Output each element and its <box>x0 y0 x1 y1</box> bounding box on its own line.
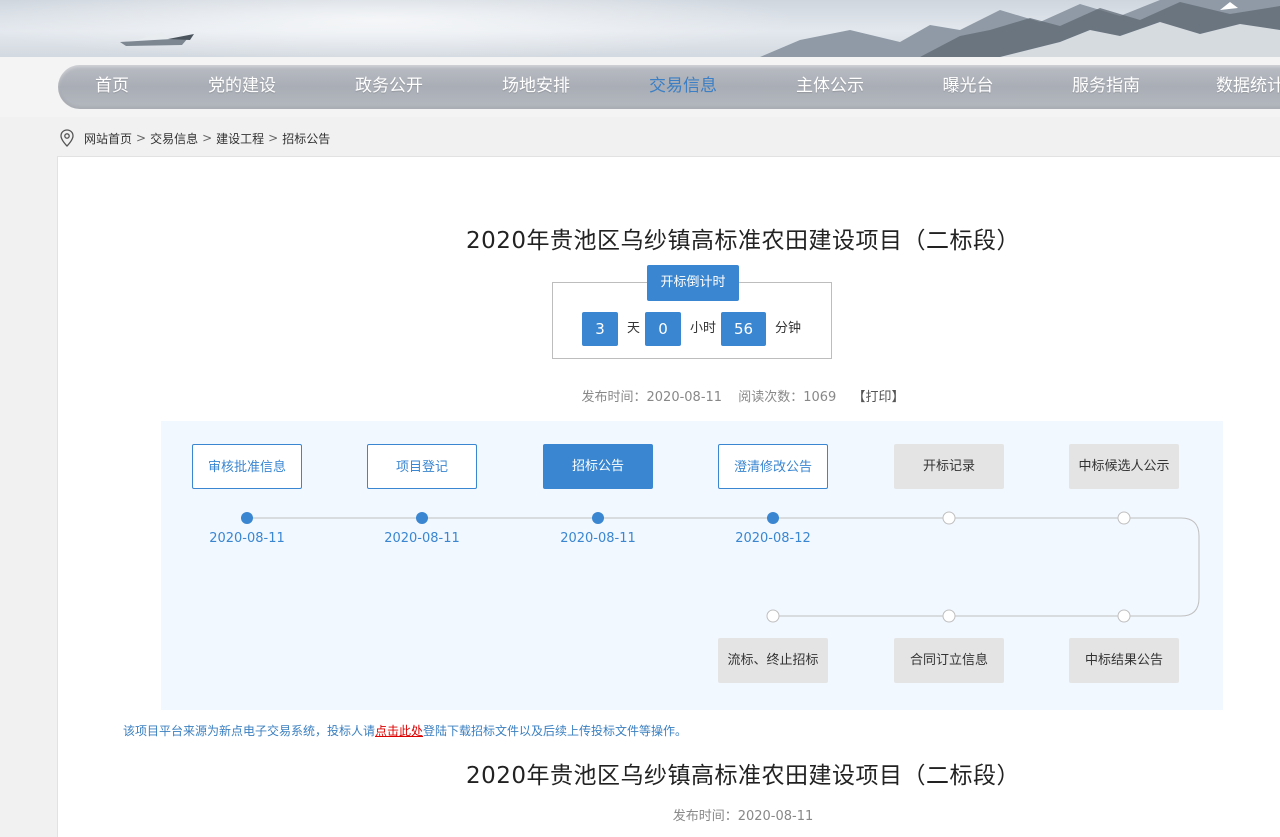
nav-item-entity-publicity[interactable]: 主体公示 <box>775 74 885 98</box>
announcement-title: 2020年贵池区乌纱镇高标准农田建设项目（二标段） <box>465 763 1021 789</box>
procedure-timeline: 审核批准信息 项目登记 招标公告 澄清修改公告 开标记录 中标候选人公示 202… <box>161 421 1223 710</box>
publish-time: 发布时间：2020-08-11 <box>581 390 723 405</box>
nav-item-exposure[interactable]: 曝光台 <box>913 74 1023 98</box>
timeline-dot-todo <box>942 511 956 525</box>
timeline-dot-todo <box>942 609 956 623</box>
location-pin-icon <box>60 129 74 147</box>
step-date: 2020-08-11 <box>209 531 285 546</box>
project-title: 2020年贵池区乌纱镇高标准农田建设项目（二标段） <box>465 228 1021 254</box>
note-text: 登陆下载招标文件以及后续上传投标文件等操作。 <box>423 724 688 738</box>
note-text: 该项目平台来源为新点电子交易系统，投标人请 <box>123 724 376 738</box>
step-bid-failure-termination[interactable]: 流标、终止招标 <box>718 638 828 683</box>
nav-item-party-building[interactable]: 党的建设 <box>187 74 297 98</box>
header-banner <box>0 0 1280 57</box>
breadcrumb-separator: > <box>268 131 279 145</box>
breadcrumb-separator: > <box>202 131 213 145</box>
announcement-publish-time: 发布时间：2020-08-11 <box>672 809 814 824</box>
timeline-dot-todo <box>1117 511 1131 525</box>
step-project-registration[interactable]: 项目登记 <box>367 444 477 489</box>
step-date: 2020-08-11 <box>560 531 636 546</box>
timeline-track <box>241 511 1200 623</box>
nav-item-service-guide[interactable]: 服务指南 <box>1051 74 1161 98</box>
step-contract-info[interactable]: 合同订立信息 <box>894 638 1004 683</box>
step-tender-notice[interactable]: 招标公告 <box>543 444 653 489</box>
step-clarification-notice[interactable]: 澄清修改公告 <box>718 444 828 489</box>
boat-illustration <box>120 32 194 46</box>
content-card: 2020年贵池区乌纱镇高标准农田建设项目（二标段） 开标倒计时 3 天 0 小时… <box>57 156 1280 837</box>
read-count: 阅读次数：1069 <box>738 390 837 405</box>
nav-item-government-affairs[interactable]: 政务公开 <box>334 74 444 98</box>
step-winning-candidate-notice[interactable]: 中标候选人公示 <box>1069 444 1179 489</box>
countdown-label: 开标倒计时 <box>647 265 739 301</box>
timeline-dot-done <box>241 512 253 524</box>
timeline-dot-done <box>592 512 604 524</box>
step-date: 2020-08-11 <box>384 531 460 546</box>
breadcrumb-current: 招标公告 <box>282 131 331 146</box>
countdown-days-unit: 天 <box>627 321 641 336</box>
download-link[interactable]: 点击此处 <box>375 724 423 738</box>
article-meta: 发布时间：2020-08-11 阅读次数：1069 【打印】 <box>58 386 1280 405</box>
nav-item-venue-schedule[interactable]: 场地安排 <box>481 74 591 98</box>
platform-source-note: 该项目平台来源为新点电子交易系统，投标人请点击此处登陆下载招标文件以及后续上传投… <box>123 722 687 739</box>
step-bid-opening-record[interactable]: 开标记录 <box>894 444 1004 489</box>
countdown-days: 3 <box>582 312 618 346</box>
step-approval-info[interactable]: 审核批准信息 <box>192 444 302 489</box>
nav-item-trade-info[interactable]: 交易信息 <box>628 74 738 98</box>
breadcrumb-separator: > <box>136 131 147 145</box>
main-navigation: 首页 党的建设 政务公开 场地安排 交易信息 主体公示 曝光台 服务指南 数据统… <box>0 57 1280 117</box>
timeline-dot-todo <box>766 609 780 623</box>
breadcrumb: 网站首页 > 交易信息 > 建设工程 > 招标公告 <box>60 128 330 148</box>
nav-item-statistics[interactable]: 数据统计 <box>1195 74 1280 98</box>
bid-countdown: 开标倒计时 3 天 0 小时 56 分钟 <box>552 265 832 359</box>
step-date: 2020-08-12 <box>735 531 811 546</box>
nav-item-home[interactable]: 首页 <box>57 74 167 98</box>
print-link[interactable]: 【打印】 <box>852 390 904 405</box>
countdown-minutes-unit: 分钟 <box>775 321 802 336</box>
breadcrumb-home[interactable]: 网站首页 <box>84 130 132 147</box>
timeline-dot-done <box>416 512 428 524</box>
countdown-hours: 0 <box>645 312 681 346</box>
snowy-hills-illustration <box>760 0 1280 57</box>
timeline-dot-done <box>767 512 779 524</box>
countdown-minutes: 56 <box>721 312 766 346</box>
breadcrumb-trade-info[interactable]: 交易信息 <box>150 130 198 147</box>
step-award-result-notice[interactable]: 中标结果公告 <box>1069 638 1179 683</box>
timeline-dot-todo <box>1117 609 1131 623</box>
countdown-hours-unit: 小时 <box>690 321 717 336</box>
breadcrumb-construction[interactable]: 建设工程 <box>216 130 264 147</box>
